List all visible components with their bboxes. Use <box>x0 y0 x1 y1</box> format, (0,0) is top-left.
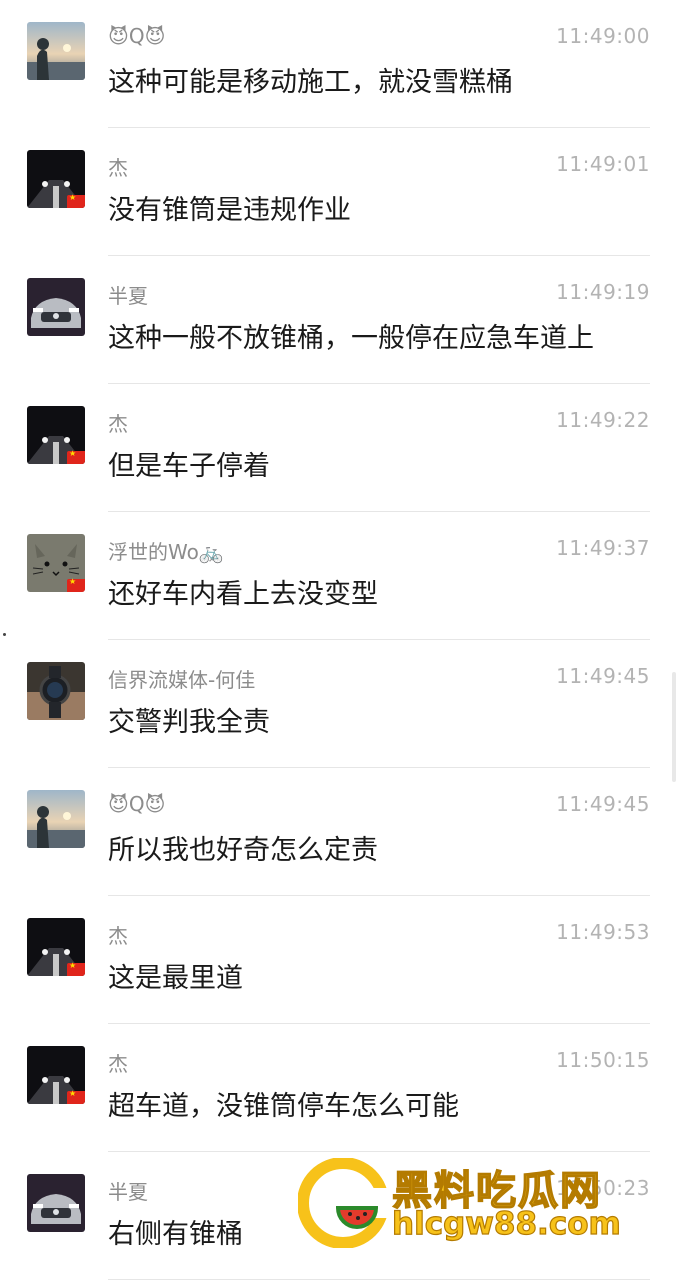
avatar[interactable] <box>27 22 85 80</box>
message-time: 11:49:22 <box>556 408 650 432</box>
china-flag-icon <box>67 1089 85 1104</box>
sender-name: 😈Q😈 <box>108 792 166 816</box>
avatar[interactable] <box>27 918 85 976</box>
chat-message-row[interactable]: 杰 11:49:22 但是车子停着 <box>0 384 678 512</box>
chat-message-row[interactable]: 😈Q😈 11:49:00 这种可能是移动施工，就没雪糕桶 <box>0 0 678 128</box>
chat-message-list: 😈Q😈 11:49:00 这种可能是移动施工，就没雪糕桶杰 11:49:01 没有锥筒是… <box>0 0 678 1280</box>
message-time: 11:49:01 <box>556 152 650 176</box>
watermelon-logo-icon <box>298 1158 388 1248</box>
sender-name: 半夏 <box>108 284 148 308</box>
message-time: 11:50:15 <box>556 1048 650 1072</box>
avatar[interactable] <box>27 150 85 208</box>
message-time: 11:49:53 <box>556 920 650 944</box>
message-text: 还好车内看上去没变型 <box>108 579 378 610</box>
message-time: 11:49:19 <box>556 280 650 304</box>
avatar[interactable] <box>27 534 85 592</box>
message-text: 这是最里道 <box>108 963 243 994</box>
chat-message-row[interactable]: 杰 11:49:01 没有锥筒是违规作业 <box>0 128 678 256</box>
avatar[interactable] <box>27 1174 85 1232</box>
message-time: 11:49:45 <box>556 664 650 688</box>
message-text: 所以我也好奇怎么定责 <box>108 835 378 866</box>
message-text: 这种一般不放锥桶，一般停在应急车道上 <box>108 323 594 354</box>
avatar[interactable] <box>27 1046 85 1104</box>
avatar[interactable] <box>27 406 85 464</box>
chat-message-row[interactable]: 杰 11:50:15 超车道，没锥筒停车怎么可能 <box>0 1024 678 1152</box>
avatar[interactable] <box>27 662 85 720</box>
message-time: 11:49:00 <box>556 24 650 48</box>
china-flag-icon <box>67 449 85 464</box>
sender-name: 浮世的Wo🚲 <box>108 540 224 564</box>
sender-name: 杰 <box>108 412 128 436</box>
sender-name: 杰 <box>108 1052 128 1076</box>
chat-message-row[interactable]: 浮世的Wo🚲 11:49:37 还好车内看上去没变型 <box>0 512 678 640</box>
watermark-url: hlcgw88.com <box>391 1205 621 1242</box>
avatar[interactable] <box>27 278 85 336</box>
china-flag-icon <box>67 577 85 592</box>
message-text: 没有锥筒是违规作业 <box>108 195 351 226</box>
watermark: 黑料吃瓜网 hlcgw88.com <box>298 1158 628 1258</box>
sender-name: 信界流媒体-何佳 <box>108 668 256 692</box>
china-flag-icon <box>67 961 85 976</box>
message-text: 这种可能是移动施工，就没雪糕桶 <box>108 67 513 98</box>
message-text: 但是车子停着 <box>108 451 270 482</box>
china-flag-icon <box>67 193 85 208</box>
sender-name: 杰 <box>108 156 128 180</box>
chat-message-row[interactable]: 半夏 11:49:19 这种一般不放锥桶，一般停在应急车道上 <box>0 256 678 384</box>
stray-dot <box>3 633 6 636</box>
message-text: 超车道，没锥筒停车怎么可能 <box>108 1091 459 1122</box>
chat-message-row[interactable]: 杰 11:49:53 这是最里道 <box>0 896 678 1024</box>
message-text: 交警判我全责 <box>108 707 270 738</box>
sender-name: 半夏 <box>108 1180 148 1204</box>
chat-message-row[interactable]: 😈Q😈 11:49:45 所以我也好奇怎么定责 <box>0 768 678 896</box>
message-time: 11:49:45 <box>556 792 650 816</box>
sender-name: 😈Q😈 <box>108 24 166 48</box>
sender-name: 杰 <box>108 924 128 948</box>
message-text: 右侧有锥桶 <box>108 1219 243 1250</box>
scrollbar[interactable] <box>672 672 676 782</box>
chat-message-row[interactable]: 信界流媒体-何佳 11:49:45 交警判我全责 <box>0 640 678 768</box>
avatar[interactable] <box>27 790 85 848</box>
message-time: 11:49:37 <box>556 536 650 560</box>
